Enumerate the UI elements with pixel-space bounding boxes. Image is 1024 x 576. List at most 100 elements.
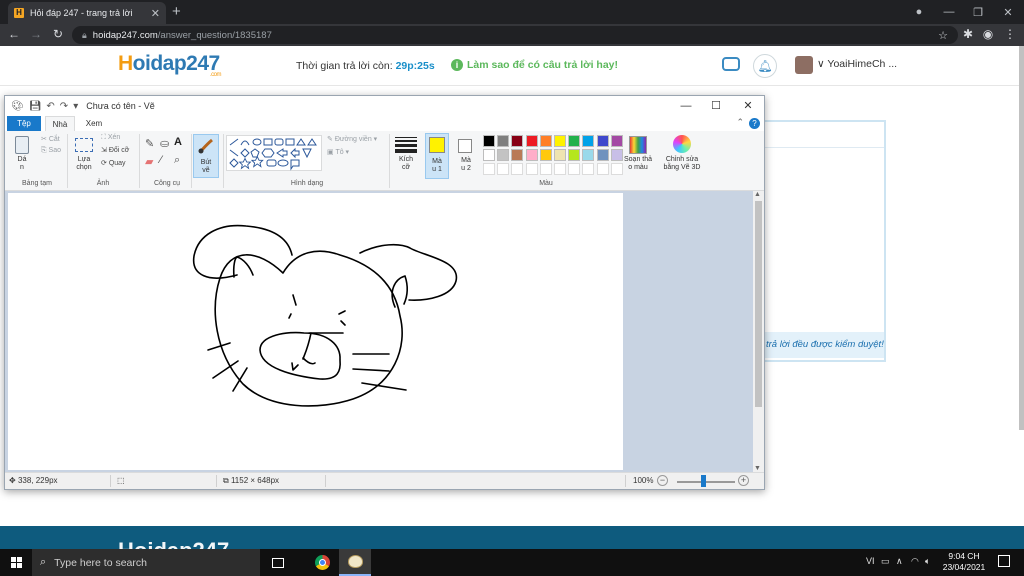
edit-colors-button[interactable]: Soạn thả o màu bbox=[623, 156, 653, 172]
zoom-in-icon[interactable]: + bbox=[738, 475, 749, 486]
rotate-button[interactable]: ⟳ Quay bbox=[101, 160, 126, 168]
palette-color-swatch[interactable] bbox=[525, 135, 538, 147]
site-logo[interactable]: Hoidap247 .com bbox=[118, 52, 222, 78]
bookmark-star-icon[interactable]: ☆ bbox=[938, 29, 948, 42]
user-name[interactable]: ∨ YoaiHimeCh ... bbox=[817, 58, 897, 70]
drawing-canvas[interactable] bbox=[8, 193, 623, 470]
canvas-vertical-scrollbar[interactable]: ▲ ▼ bbox=[753, 191, 764, 472]
palette-color-swatch[interactable] bbox=[539, 149, 552, 161]
notification-bell-icon[interactable]: 🔔︎ bbox=[753, 54, 777, 78]
scroll-thumb[interactable] bbox=[755, 201, 762, 407]
zoom-slider[interactable] bbox=[677, 481, 735, 483]
pencil-icon[interactable]: ✎ bbox=[145, 137, 154, 150]
palette-color-swatch[interactable] bbox=[596, 135, 609, 147]
avatar[interactable] bbox=[795, 56, 813, 74]
select-button[interactable]: Lựa chọn bbox=[69, 156, 99, 172]
new-tab-icon[interactable]: + bbox=[172, 3, 181, 20]
palette-color-swatch[interactable] bbox=[525, 163, 538, 175]
profile-dropdown-icon[interactable]: ● bbox=[904, 0, 934, 24]
redo-icon[interactable]: ↷ bbox=[60, 101, 68, 112]
extensions-icon[interactable]: ✱ bbox=[960, 27, 976, 41]
collapse-ribbon-icon[interactable]: ⌃ bbox=[736, 117, 744, 128]
palette-color-swatch[interactable] bbox=[497, 163, 510, 175]
palette-color-swatch[interactable] bbox=[582, 149, 595, 161]
save-icon[interactable]: 💾︎ bbox=[29, 101, 42, 112]
shape-outline-button[interactable]: ✎ Đường viền ▾ bbox=[327, 136, 377, 144]
palette-color-swatch[interactable] bbox=[511, 149, 524, 161]
scroll-down-icon[interactable]: ▼ bbox=[754, 465, 761, 472]
palette-color-swatch[interactable] bbox=[497, 135, 510, 147]
color1-button[interactable]: Mà u 1 bbox=[425, 133, 449, 179]
action-center-icon[interactable] bbox=[998, 555, 1010, 567]
show-hidden-icons-icon[interactable]: ∧ bbox=[896, 556, 903, 567]
paint-taskbar-button[interactable] bbox=[339, 549, 371, 576]
palette-color-swatch[interactable] bbox=[539, 135, 552, 147]
palette-color-swatch[interactable] bbox=[554, 149, 566, 161]
page-scrollbar[interactable] bbox=[1019, 46, 1024, 430]
minimize-icon[interactable]: — bbox=[934, 0, 964, 24]
maximize-icon[interactable]: ❐ bbox=[963, 0, 993, 24]
language-indicator[interactable]: VI bbox=[866, 556, 875, 566]
taskbar-search[interactable]: ⌕ Type here to search bbox=[32, 549, 260, 576]
paint-maximize-icon[interactable]: ☐ bbox=[701, 96, 731, 116]
palette-color-swatch[interactable] bbox=[610, 135, 623, 147]
palette-color-swatch[interactable] bbox=[511, 135, 524, 147]
chat-icon[interactable] bbox=[722, 57, 740, 71]
tab-view[interactable]: Xem bbox=[79, 116, 109, 131]
palette-color-swatch[interactable] bbox=[554, 135, 566, 147]
color2-button[interactable]: Mà u 2 bbox=[454, 133, 478, 179]
answer-tip-link[interactable]: i Làm sao để có câu trả lời hay! bbox=[451, 59, 618, 71]
zoom-out-icon[interactable]: − bbox=[657, 475, 668, 486]
quick-access-dropdown-icon[interactable]: ▾ bbox=[73, 101, 78, 112]
edit-with-paint3d-button[interactable]: Chỉnh sửa bằng Vẽ 3D bbox=[660, 156, 704, 172]
select-icon[interactable] bbox=[75, 138, 93, 152]
task-view-button[interactable] bbox=[262, 549, 294, 576]
start-button[interactable] bbox=[0, 549, 32, 576]
paste-button[interactable]: Dá n bbox=[13, 156, 31, 172]
cut-button[interactable]: ✂ Cắt bbox=[41, 136, 60, 144]
help-icon[interactable]: ? bbox=[749, 118, 760, 129]
fill-bucket-icon[interactable]: ⛀ bbox=[160, 137, 169, 150]
wifi-icon[interactable]: ◠ bbox=[911, 556, 919, 567]
back-icon[interactable]: ← bbox=[6, 27, 22, 41]
palette-color-swatch[interactable] bbox=[511, 163, 524, 175]
paint-close-icon[interactable]: ✕ bbox=[733, 96, 763, 116]
tab-home[interactable]: Nhà bbox=[45, 116, 75, 131]
palette-color-swatch[interactable] bbox=[568, 135, 581, 147]
palette-color-swatch[interactable] bbox=[483, 135, 495, 147]
browser-tab[interactable]: H Hỏi đáp 247 - trang trả lời ✕ bbox=[8, 2, 166, 24]
chrome-taskbar-button[interactable] bbox=[306, 549, 338, 576]
forward-icon[interactable]: → bbox=[28, 27, 44, 41]
palette-color-swatch[interactable] bbox=[483, 163, 495, 175]
palette-color-swatch[interactable] bbox=[525, 149, 538, 161]
edit-colors-icon[interactable] bbox=[629, 136, 647, 154]
volume-icon[interactable]: 🔈︎ bbox=[925, 556, 930, 567]
palette-color-swatch[interactable] bbox=[568, 163, 581, 175]
paint-minimize-icon[interactable]: — bbox=[671, 96, 701, 116]
magnifier-icon[interactable]: ⌕ bbox=[174, 154, 180, 167]
size-icon[interactable] bbox=[395, 137, 417, 155]
tab-file[interactable]: Tệp bbox=[7, 116, 41, 131]
menu-icon[interactable]: ⋮ bbox=[1002, 27, 1018, 41]
color-picker-icon[interactable]: ⁄ bbox=[160, 154, 162, 166]
text-tool-icon[interactable]: A bbox=[174, 136, 182, 148]
palette-color-swatch[interactable] bbox=[497, 149, 510, 161]
undo-icon[interactable]: ↶ bbox=[46, 101, 54, 112]
palette-color-swatch[interactable] bbox=[539, 163, 552, 175]
shape-fill-button[interactable]: ▣ Tô ▾ bbox=[327, 149, 349, 157]
close-tab-icon[interactable]: ✕ bbox=[151, 7, 160, 20]
zoom-slider-thumb[interactable] bbox=[701, 475, 706, 487]
palette-color-swatch[interactable] bbox=[610, 163, 623, 175]
palette-color-swatch[interactable] bbox=[582, 135, 595, 147]
crop-button[interactable]: ⛶ Xén bbox=[101, 134, 120, 142]
paste-icon[interactable] bbox=[15, 136, 29, 154]
palette-color-swatch[interactable] bbox=[596, 163, 609, 175]
size-button[interactable]: Kích cỡ bbox=[393, 156, 419, 172]
palette-color-swatch[interactable] bbox=[582, 163, 595, 175]
palette-color-swatch[interactable] bbox=[554, 163, 566, 175]
palette-color-swatch[interactable] bbox=[610, 149, 623, 161]
scroll-up-icon[interactable]: ▲ bbox=[754, 191, 761, 198]
reload-icon[interactable]: ↻ bbox=[50, 27, 66, 41]
palette-color-swatch[interactable] bbox=[568, 149, 581, 161]
battery-icon[interactable]: ▭ bbox=[881, 556, 890, 567]
